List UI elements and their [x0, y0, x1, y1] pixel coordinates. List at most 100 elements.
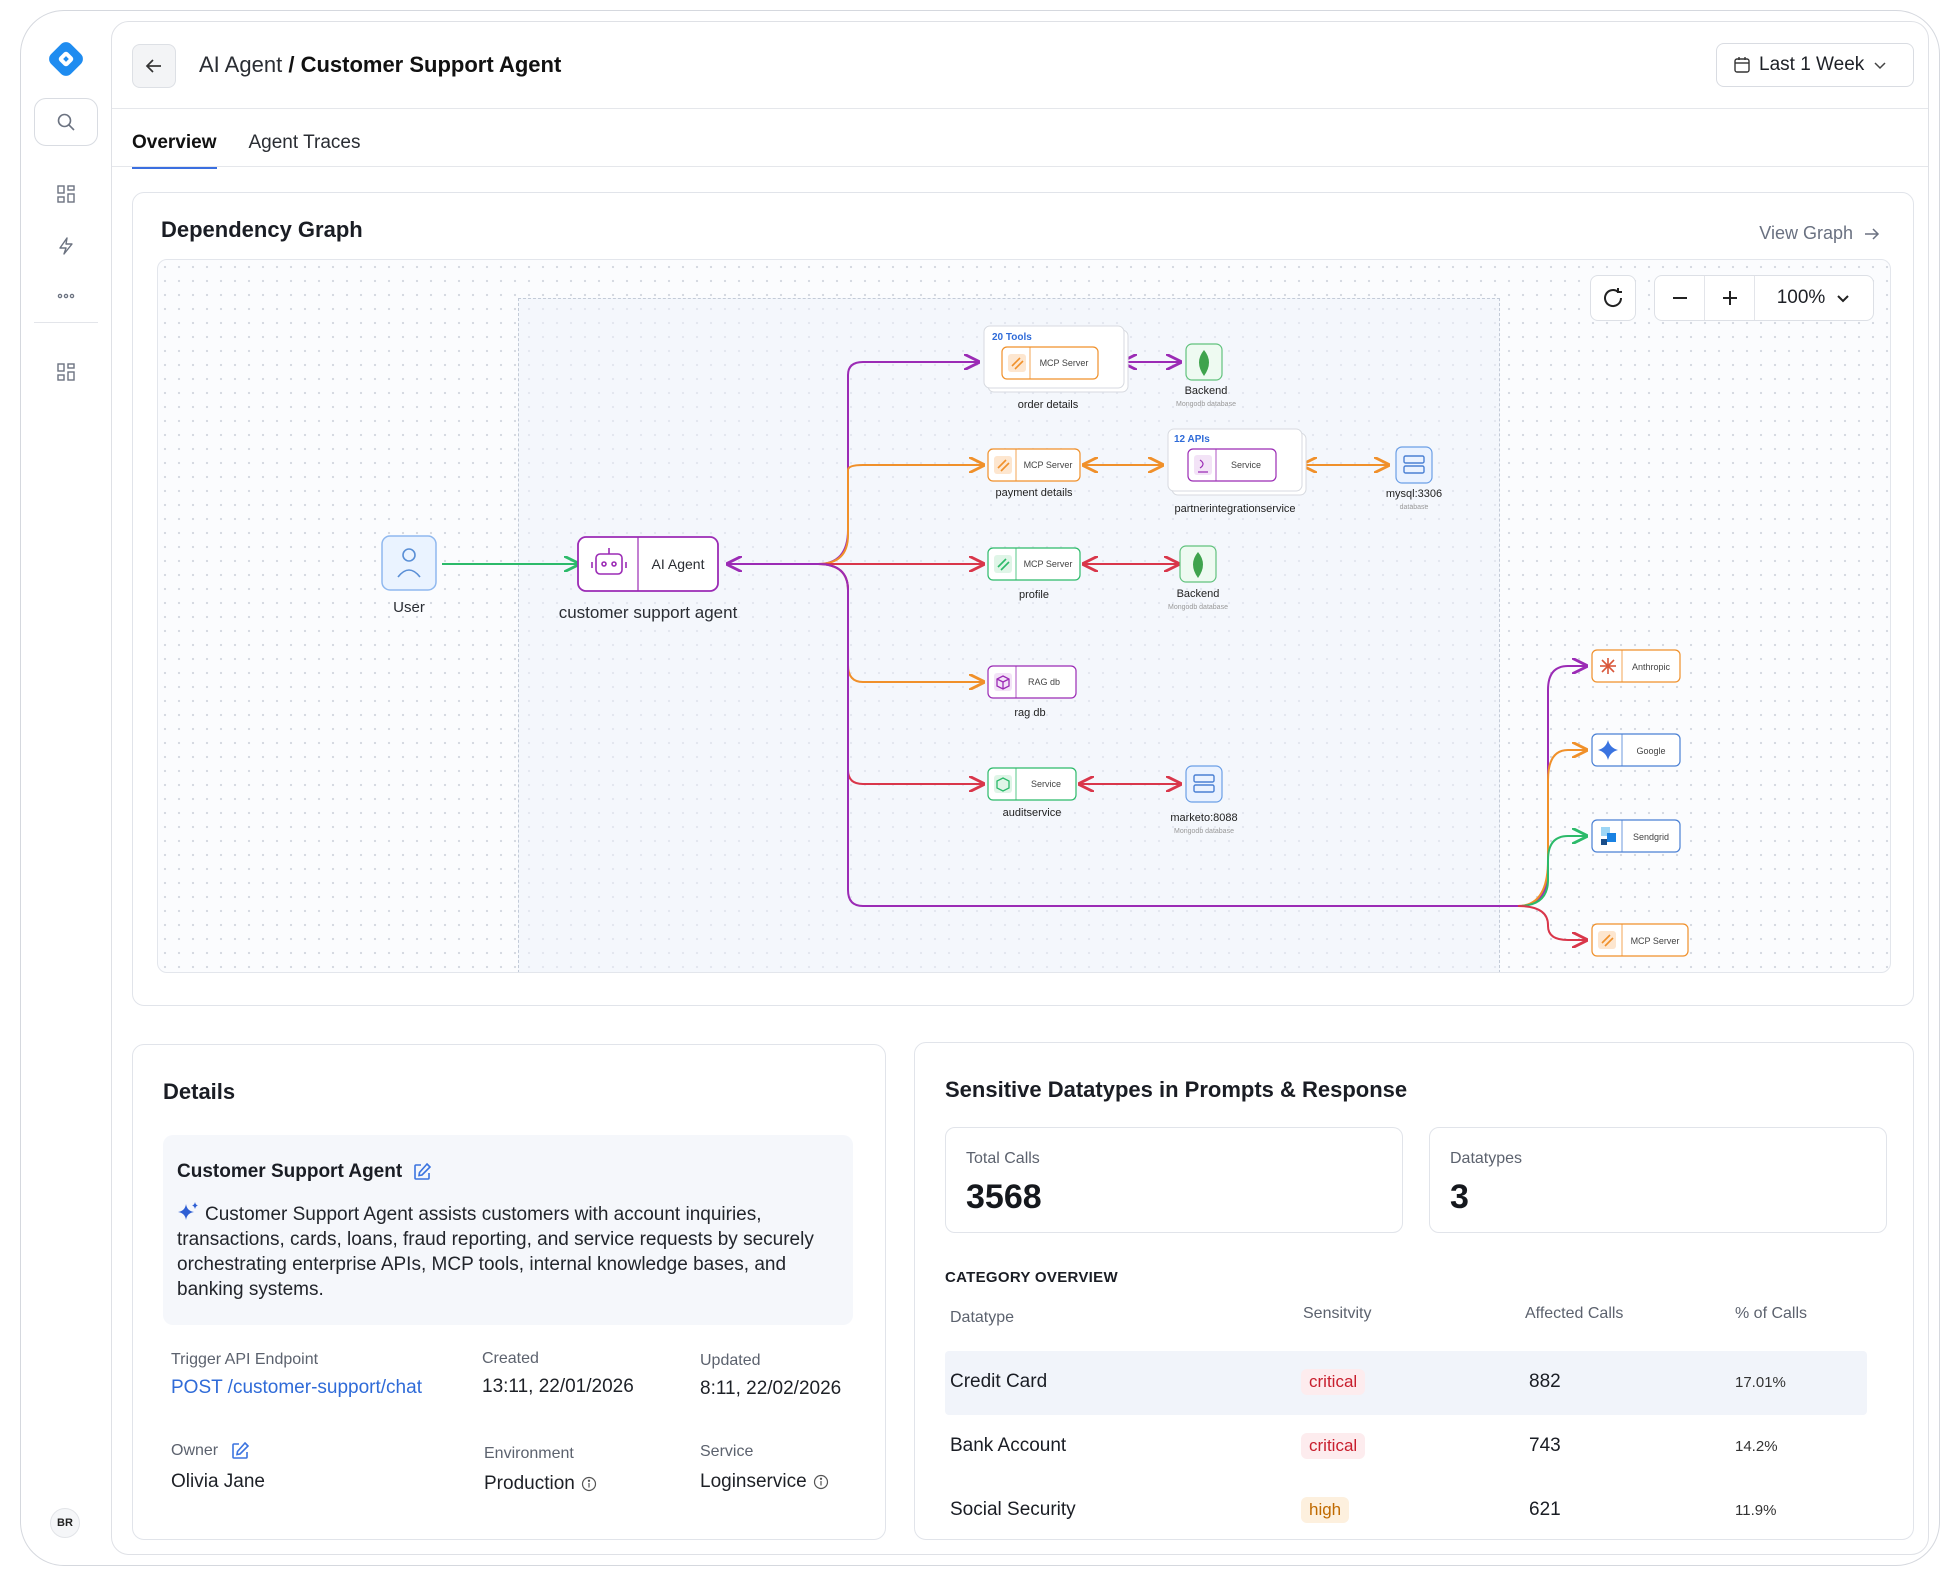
- node-mcp-payment-label: payment details: [995, 487, 1073, 499]
- edit-icon[interactable]: [412, 1162, 432, 1182]
- node-audit[interactable]: Service auditservice: [987, 767, 1077, 819]
- node-mcp-order-badge: 20 Tools: [992, 332, 1032, 343]
- row-pct-calls: 11.9%: [1735, 1502, 1777, 1519]
- details-card: Details Customer Support Agent Customer …: [132, 1044, 886, 1540]
- info-icon[interactable]: [581, 1476, 597, 1492]
- row-datatype: Social Security: [950, 1499, 1076, 1520]
- edit-icon[interactable]: [230, 1441, 250, 1461]
- arrow-left-icon: [145, 59, 161, 73]
- node-mcp-external[interactable]: MCP Server: [1591, 923, 1689, 957]
- node-mysql-label: mysql:3306: [1386, 488, 1442, 500]
- node-mcp-payment[interactable]: MCP Server payment details: [987, 448, 1081, 499]
- node-mcp-order[interactable]: 20 Tools MCP Server order details: [983, 325, 1129, 411]
- col-header-sensitivity: Sensitvity: [1303, 1305, 1372, 1322]
- row-affected-calls: 882: [1529, 1371, 1561, 1392]
- row-affected-calls: 621: [1529, 1499, 1561, 1520]
- breadcrumb-separator: /: [288, 52, 295, 77]
- table-row[interactable]: Bank Account critical 743 14.2%: [945, 1415, 1867, 1479]
- node-mcp-profile[interactable]: MCP Server profile: [987, 547, 1081, 601]
- edge-anthropic: [1517, 666, 1586, 907]
- node-mysql[interactable]: mysql:3306 database: [1386, 446, 1442, 511]
- node-audit-type: Service: [1031, 779, 1061, 789]
- node-sendgrid[interactable]: Sendgrid: [1591, 819, 1681, 853]
- app-logo-icon[interactable]: [47, 40, 85, 78]
- edge-ragdb: [817, 563, 983, 682]
- node-google[interactable]: Google: [1591, 733, 1681, 767]
- mcp-icon: [1008, 354, 1026, 372]
- nodejs-icon: [994, 775, 1012, 793]
- sensitive-datatypes-card: Sensitive Datatypes in Prompts & Respons…: [914, 1042, 1914, 1540]
- node-user[interactable]: User: [381, 535, 437, 616]
- environment-value: Production: [484, 1473, 575, 1494]
- trigger-endpoint-label: Trigger API Endpoint: [171, 1351, 319, 1368]
- node-partner-type: Service: [1231, 460, 1261, 470]
- col-header-pct-calls: % of Calls: [1735, 1305, 1808, 1322]
- tab-overview[interactable]: Overview: [132, 132, 217, 169]
- node-backend-1[interactable]: Backend Mongodb database: [1176, 343, 1236, 408]
- node-anthropic[interactable]: Anthropic: [1591, 649, 1681, 683]
- node-agent[interactable]: AI Agent customer support agent: [559, 536, 738, 622]
- trigger-endpoint-link[interactable]: POST /customer-support/chat: [171, 1377, 422, 1399]
- agent-description-text: Customer Support Agent assists customers…: [177, 1204, 814, 1300]
- grid-icon: [57, 185, 75, 203]
- row-pct-calls: 14.2%: [1735, 1438, 1778, 1455]
- node-backend-2[interactable]: Backend Mongodb database: [1168, 545, 1228, 611]
- node-mcp-order-label: order details: [1018, 399, 1079, 411]
- tabs-divider: [112, 166, 1928, 167]
- edge-external: [817, 563, 1518, 907]
- agent-description-box: Customer Support Agent Customer Support …: [163, 1135, 853, 1325]
- search-button[interactable]: [34, 98, 98, 146]
- datatypes-value: 3: [1450, 1178, 1469, 1216]
- updated-label: Updated: [700, 1352, 761, 1369]
- service-label: Service: [700, 1443, 754, 1460]
- total-calls-stat: Total Calls 3568: [945, 1127, 1403, 1233]
- mcp-icon: [1598, 931, 1616, 949]
- more-dots-icon: [57, 293, 75, 299]
- mcp-icon: [994, 456, 1012, 474]
- agent-name: Customer Support Agent: [177, 1161, 403, 1182]
- java-icon: [1194, 455, 1212, 475]
- cube-icon: [994, 673, 1012, 691]
- node-sendgrid-type: Sendgrid: [1633, 832, 1669, 842]
- datatypes-label: Datatypes: [1450, 1150, 1523, 1167]
- node-partner-service[interactable]: 12 APIs Service partnerintegrationservic…: [1167, 428, 1307, 515]
- node-mcp-payment-type: MCP Server: [1024, 460, 1073, 470]
- view-graph-link[interactable]: View Graph: [1759, 223, 1881, 244]
- row-affected-calls: 743: [1529, 1435, 1561, 1456]
- sensitivity-badge: critical: [1301, 1433, 1366, 1459]
- dependency-graph-title: Dependency Graph: [161, 217, 363, 242]
- nav-dashboard-button[interactable]: [34, 170, 98, 218]
- tab-agent-traces[interactable]: Agent Traces: [249, 132, 361, 169]
- table-row[interactable]: Credit Card critical 882 17.01%: [945, 1351, 1867, 1415]
- nav-more-button[interactable]: [34, 272, 98, 320]
- date-range-select[interactable]: Last 1 Week: [1716, 43, 1914, 87]
- graph-canvas[interactable]: 100% User AI Agent customer support agen…: [157, 259, 1891, 973]
- mcp-icon: [994, 555, 1012, 573]
- edge-order: [817, 362, 978, 565]
- info-icon[interactable]: [813, 1474, 829, 1490]
- back-button[interactable]: [132, 44, 176, 88]
- nav-apps-button[interactable]: [34, 348, 98, 396]
- node-marketo-sub: Mongodb database: [1174, 828, 1234, 835]
- created-value: 13:11, 22/01/2026: [482, 1376, 634, 1397]
- node-mcp-profile-label: profile: [1019, 589, 1049, 601]
- lightning-icon: [59, 237, 73, 255]
- calendar-icon: [1734, 57, 1750, 73]
- row-datatype: Credit Card: [950, 1371, 1048, 1392]
- breadcrumb-parent[interactable]: AI Agent: [199, 52, 282, 77]
- rail-divider: [34, 322, 98, 323]
- updated-value: 8:11, 22/02/2026: [700, 1378, 842, 1399]
- user-avatar[interactable]: BR: [50, 1508, 80, 1538]
- node-ragdb-label: rag db: [1014, 707, 1045, 719]
- node-anthropic-type: Anthropic: [1632, 662, 1671, 672]
- nav-activity-button[interactable]: [34, 222, 98, 270]
- node-ragdb[interactable]: RAG db rag db: [987, 665, 1077, 719]
- breadcrumb-current: Customer Support Agent: [300, 52, 562, 77]
- details-title: Details: [163, 1079, 236, 1104]
- dependency-graph-card: Dependency Graph View Graph 100% User AI…: [132, 192, 1914, 1006]
- table-row[interactable]: Social Security high 621 11.9%: [945, 1479, 1867, 1543]
- arrow-right-icon: [1865, 227, 1880, 240]
- node-marketo[interactable]: marketo:8088 Mongodb database: [1170, 765, 1238, 835]
- node-mcp-external-type: MCP Server: [1631, 936, 1680, 946]
- sensitivity-badge: critical: [1301, 1369, 1366, 1395]
